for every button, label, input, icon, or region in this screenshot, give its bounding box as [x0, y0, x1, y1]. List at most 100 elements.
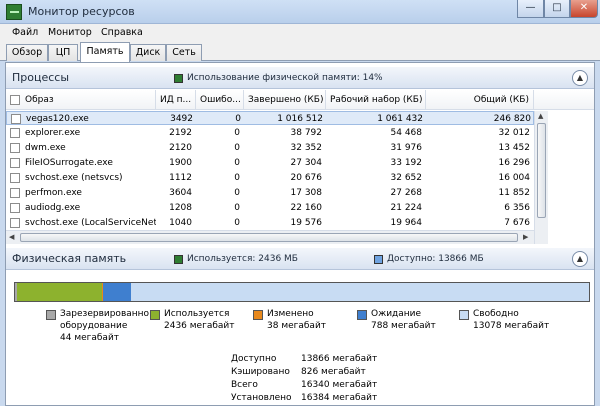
table-row[interactable]: vegas120.exe 3492 0 1 016 512 1 061 432 246 8…: [6, 111, 534, 125]
column-hard-faults[interactable]: Ошибо...: [196, 90, 244, 110]
cell-commit: 22 160: [290, 203, 323, 213]
free-swatch: [459, 310, 469, 320]
table-row[interactable]: dwm.exe 2120 0 32 352 31 976 13 452: [6, 141, 534, 155]
cell-commit: 27 304: [290, 158, 323, 168]
menu-bar: Файл Монитор Справка: [0, 24, 600, 42]
cell-working-set: 1 061 432: [377, 114, 423, 124]
cell-image: svchost.exe (netsvcs): [10, 171, 156, 185]
cell-faults: 0: [234, 173, 240, 183]
vertical-scroll-thumb[interactable]: [537, 123, 546, 218]
cell-faults: 0: [234, 128, 240, 138]
select-all-checkbox[interactable]: [10, 94, 20, 105]
row-checkbox[interactable]: [10, 127, 20, 138]
row-checkbox[interactable]: [10, 202, 20, 213]
column-shareable[interactable]: Общий (КБ): [426, 90, 534, 110]
cell-commit: 1 016 512: [277, 114, 323, 124]
tab-memory[interactable]: Память: [80, 42, 130, 62]
cell-faults: 0: [234, 158, 240, 168]
memory-segment-in-use: [17, 283, 102, 301]
stat-label: Кэшировано: [231, 367, 290, 377]
row-checkbox[interactable]: [11, 113, 21, 124]
cell-pid: 1112: [169, 173, 192, 183]
legend-standby: Ожидание 788 мегабайт: [357, 308, 436, 332]
tab-network[interactable]: Сеть: [166, 44, 202, 61]
stat-label: Доступно: [231, 354, 277, 364]
stat-label: Установлено: [231, 393, 292, 403]
close-button[interactable]: ✕: [570, 0, 598, 18]
processes-header[interactable]: Процессы Использование физической памяти…: [6, 67, 594, 89]
column-pid[interactable]: ИД п...: [156, 90, 196, 110]
scroll-right-arrow-icon[interactable]: ▶: [523, 233, 528, 241]
menu-monitor[interactable]: Монитор: [48, 27, 92, 38]
legend-free: Свободно 13078 мегабайт: [459, 308, 549, 332]
memory-segment-standby: [103, 283, 131, 301]
cell-pid: 1208: [169, 203, 192, 213]
legend-in-use: Используется 2436 мегабайт: [150, 308, 235, 332]
cell-working-set: 27 268: [390, 188, 423, 198]
column-working-set[interactable]: Рабочий набор (КБ): [326, 90, 426, 110]
column-commit[interactable]: Завершено (КБ): [244, 90, 326, 110]
in-use-text: Используется: 2436 МБ: [187, 254, 298, 264]
table-row[interactable]: svchost.exe (netsvcs) 1112 0 20 676 32 652 16…: [6, 171, 534, 185]
collapse-processes-button[interactable]: ▲: [572, 70, 588, 86]
cell-image: vegas120.exe: [11, 112, 157, 126]
cell-working-set: 21 224: [390, 203, 423, 213]
cell-shareable: 16 296: [498, 158, 531, 168]
process-vertical-scrollbar[interactable]: ▲: [534, 111, 548, 244]
modified-swatch: [253, 310, 263, 320]
row-checkbox[interactable]: [10, 142, 20, 153]
cell-image: dwm.exe: [10, 141, 156, 155]
collapse-memory-button[interactable]: ▲: [572, 251, 588, 267]
menu-file[interactable]: Файл: [12, 27, 38, 38]
cell-pid: 1900: [169, 158, 192, 168]
cell-shareable: 6 356: [504, 203, 530, 213]
column-image[interactable]: Образ: [6, 90, 156, 110]
row-checkbox[interactable]: [10, 157, 20, 168]
cell-faults: 0: [235, 114, 241, 124]
menu-help[interactable]: Справка: [101, 27, 143, 38]
tab-strip: Обзор ЦП Память Диск Сеть: [0, 42, 600, 62]
cell-pid: 1040: [169, 218, 192, 228]
cell-shareable: 246 820: [493, 114, 531, 124]
table-row[interactable]: perfmon.exe 3604 0 17 308 27 268 11 852: [6, 186, 534, 200]
cell-image: explorer.exe: [10, 126, 156, 140]
standby-swatch: [357, 310, 367, 320]
cell-commit: 38 792: [290, 128, 323, 138]
table-row[interactable]: explorer.exe 2192 0 38 792 54 468 32 012: [6, 126, 534, 140]
stat-value: 13866 мегабайт: [301, 354, 378, 364]
row-checkbox[interactable]: [10, 187, 20, 198]
scroll-left-arrow-icon[interactable]: ◀: [9, 233, 14, 241]
available-swatch: [374, 255, 383, 264]
cell-commit: 20 676: [290, 173, 323, 183]
cell-pid: 3604: [169, 188, 192, 198]
minimize-button[interactable]: —: [517, 0, 544, 18]
window-title: Монитор ресурсов: [28, 5, 135, 18]
cell-pid: 2120: [169, 143, 192, 153]
tab-cpu[interactable]: ЦП: [48, 44, 78, 61]
stat-label: Всего: [231, 380, 258, 390]
cell-image: perfmon.exe: [10, 186, 156, 200]
process-horizontal-scrollbar[interactable]: ◀ ▶: [6, 230, 534, 244]
tab-overview[interactable]: Обзор: [6, 44, 48, 61]
scroll-up-arrow-icon[interactable]: ▲: [538, 112, 543, 120]
table-row[interactable]: audiodg.exe 1208 0 22 160 21 224 6 356: [6, 201, 534, 215]
cell-working-set: 32 652: [390, 173, 423, 183]
cell-faults: 0: [234, 188, 240, 198]
cell-pid: 2192: [169, 128, 192, 138]
table-row[interactable]: FileIOSurrogate.exe 1900 0 27 304 33 192 16 2…: [6, 156, 534, 170]
cell-image: svchost.exe (LocalServiceNet...: [10, 216, 156, 230]
tab-disk[interactable]: Диск: [130, 44, 166, 61]
memory-segment-free: [131, 283, 589, 301]
table-row[interactable]: svchost.exe (LocalServiceNet... 1040 0 19 5…: [6, 216, 534, 230]
memory-tab-content: Процессы Использование физической памяти…: [5, 62, 595, 406]
maximize-button[interactable]: □: [544, 0, 570, 18]
in-use-swatch: [174, 255, 183, 264]
cell-faults: 0: [234, 143, 240, 153]
row-checkbox[interactable]: [10, 217, 20, 228]
title-bar: Монитор ресурсов — □ ✕: [0, 0, 600, 24]
cell-commit: 17 308: [290, 188, 323, 198]
horizontal-scroll-thumb[interactable]: [20, 233, 518, 242]
row-checkbox[interactable]: [10, 172, 20, 183]
physical-memory-header[interactable]: Физическая память Используется: 2436 МБ …: [6, 248, 594, 270]
cell-faults: 0: [234, 203, 240, 213]
